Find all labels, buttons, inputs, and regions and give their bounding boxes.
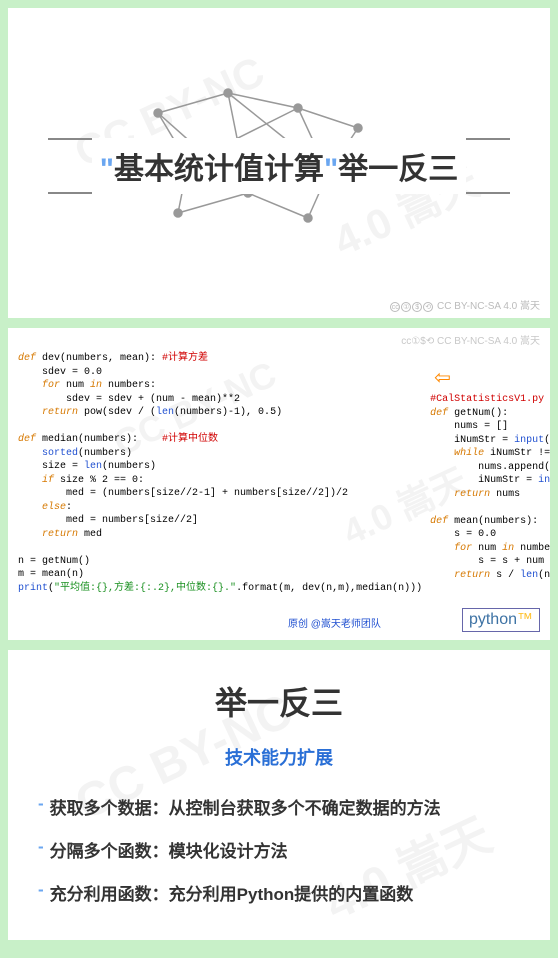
nc-icon: $ bbox=[412, 302, 422, 312]
code-left-column: def dev(numbers, mean): #计算方差 sdev = 0.0… bbox=[18, 352, 422, 595]
cc-icon: cc bbox=[401, 336, 411, 347]
code-getnum-mean: #CalStatisticsV1.py def getNum(): #获取用户不… bbox=[430, 393, 550, 582]
item-text: 充分利用函数：充分利用Python提供的内置函数 bbox=[50, 880, 414, 905]
code-right-column: ⇦ #CalStatisticsV1.py def getNum(): #获取用… bbox=[430, 352, 550, 595]
by-icon: ① bbox=[411, 336, 420, 347]
list-item: - 分隔多个函数：模块化设计方法 bbox=[38, 837, 520, 862]
slide-summary: CC BY-NC 4.0 嵩天 举一反三 技术能力扩展 - 获取多个数据：从控制… bbox=[8, 650, 550, 940]
python-logo: python™ bbox=[462, 608, 540, 632]
bullet-icon: - bbox=[38, 837, 44, 862]
sa-icon: ⟲ bbox=[426, 336, 434, 347]
cc-icon: cc bbox=[390, 302, 400, 312]
bullet-icon: - bbox=[38, 794, 44, 819]
list-item: - 获取多个数据：从控制台获取多个不确定数据的方法 bbox=[38, 794, 520, 819]
summary-subtitle: 技术能力扩展 bbox=[38, 744, 520, 770]
code-dev-median: def dev(numbers, mean): #计算方差 sdev = 0.0… bbox=[18, 352, 422, 595]
item-text: 获取多个数据：从控制台获取多个不确定数据的方法 bbox=[50, 794, 441, 819]
title-band: "基本统计值计算"举一反三 bbox=[8, 138, 550, 194]
arrow-left-icon: ⇦ bbox=[434, 366, 451, 393]
list-item: - 充分利用函数：充分利用Python提供的内置函数 bbox=[38, 880, 520, 905]
credit-text: 原创 @嵩天老师团队 bbox=[288, 615, 381, 630]
item-text: 分隔多个函数：模块化设计方法 bbox=[50, 837, 288, 862]
slide-code: CC BY-NC 4.0 嵩天 cc①$⟲ CC BY-NC-SA 4.0 嵩天… bbox=[8, 328, 550, 640]
bullet-icon: - bbox=[38, 880, 44, 905]
summary-title: 举一反三 bbox=[38, 678, 520, 724]
sa-icon: ⟲ bbox=[423, 302, 433, 312]
license-header: cc①$⟲ CC BY-NC-SA 4.0 嵩天 bbox=[401, 332, 540, 347]
slide-title: CC BY-NC 4.0 嵩天 "基本统计值计算"举一反三 cc①$⟲ CC B… bbox=[8, 8, 550, 318]
license-footer: cc①$⟲ CC BY-NC-SA 4.0 嵩天 bbox=[390, 297, 540, 312]
main-title: "基本统计值计算"举一反三 bbox=[92, 138, 466, 194]
code-block: def dev(numbers, mean): #计算方差 sdev = 0.0… bbox=[8, 328, 550, 605]
by-icon: ① bbox=[401, 302, 411, 312]
